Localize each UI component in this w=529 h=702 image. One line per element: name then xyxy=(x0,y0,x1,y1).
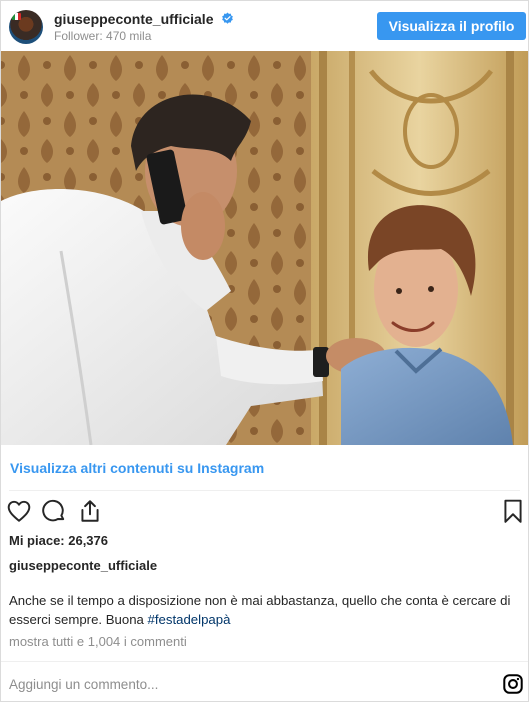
divider xyxy=(9,490,520,491)
header-username[interactable]: giuseppeconte_ufficiale xyxy=(54,11,213,27)
divider xyxy=(1,661,528,662)
caption-text: Anche se il tempo a disposizione non è m… xyxy=(9,593,511,627)
view-profile-button[interactable]: Visualizza il profilo xyxy=(377,12,526,40)
caption-username[interactable]: giuseppeconte_ufficiale xyxy=(9,558,157,573)
share-icon[interactable] xyxy=(77,498,103,524)
heart-icon[interactable] xyxy=(6,498,32,524)
view-more-on-instagram-link[interactable]: Visualizza altri contenuti su Instagram xyxy=(10,460,264,476)
hashtag-link[interactable]: #festadelpapà xyxy=(148,612,231,627)
post-caption: Anche se il tempo a disposizione non è m… xyxy=(9,591,514,629)
view-all-comments-link[interactable]: mostra tutti e 1,004 i commenti xyxy=(9,634,187,649)
follower-count: Follower: 470 mila xyxy=(54,29,152,43)
post-header: giuseppeconte_ufficiale Follower: 470 mi… xyxy=(1,1,528,51)
add-comment-input[interactable]: Aggiungi un commento... xyxy=(9,677,158,692)
like-count[interactable]: Mi piace: 26,376 xyxy=(9,533,108,548)
post-image xyxy=(1,51,528,445)
comment-icon[interactable] xyxy=(41,498,67,524)
verified-badge-icon xyxy=(222,12,233,24)
bookmark-icon[interactable] xyxy=(500,498,526,524)
instagram-embed-card: giuseppeconte_ufficiale Follower: 470 mi… xyxy=(0,0,529,702)
instagram-logo-icon[interactable] xyxy=(502,673,524,695)
avatar[interactable] xyxy=(9,10,43,44)
post-photo[interactable] xyxy=(1,51,528,445)
